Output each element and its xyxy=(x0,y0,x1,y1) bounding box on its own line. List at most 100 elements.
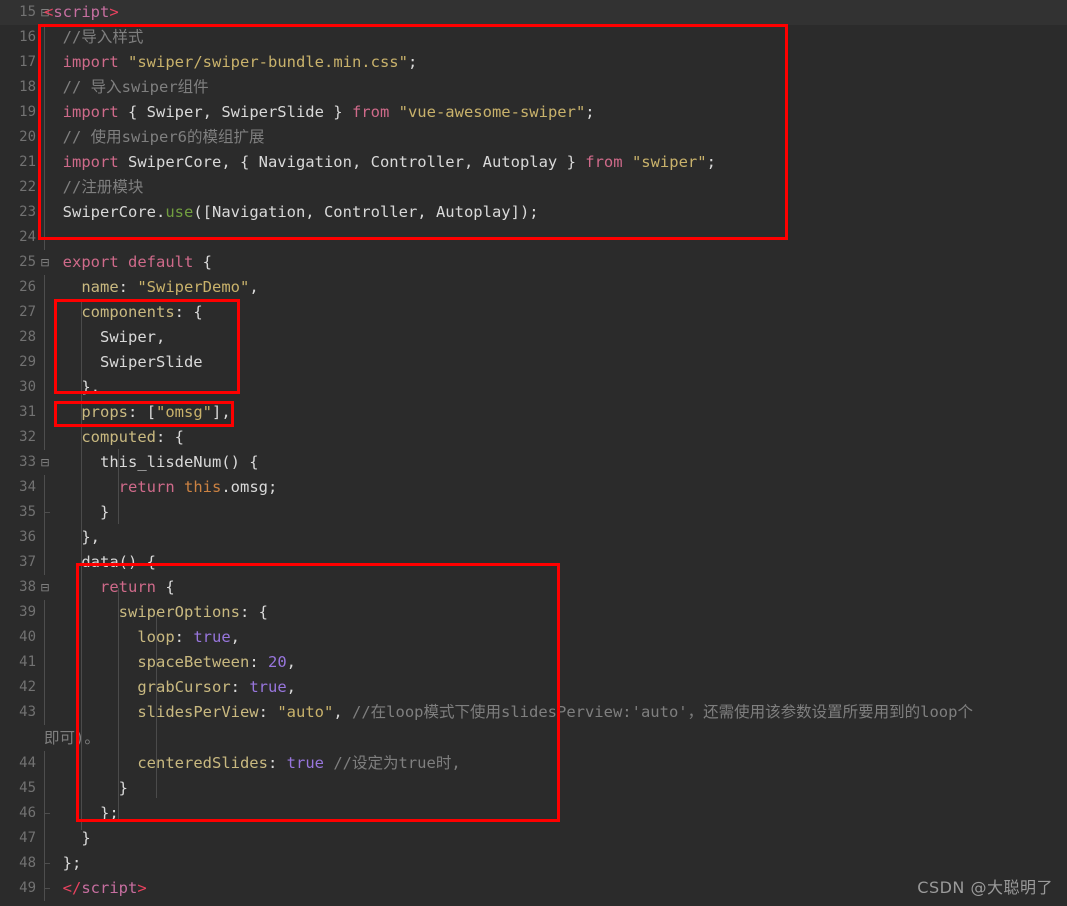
code-text: this_lisdeNum() { xyxy=(44,450,259,475)
code-line[interactable]: 20 // 使用swiper6的模组扩展 xyxy=(0,125,1067,150)
token-tagname: script xyxy=(53,3,110,21)
token-prop: grabCursor xyxy=(137,678,231,696)
code-line[interactable]: 44 centeredSlides: true //设定为true时, xyxy=(0,751,1067,776)
code-text: loop: true, xyxy=(44,625,240,650)
line-number: 47 xyxy=(19,830,36,846)
code-line[interactable]: 41 spaceBetween: 20, xyxy=(0,650,1067,675)
line-number: 28 xyxy=(19,329,36,345)
code-line[interactable]: 45 } xyxy=(0,776,1067,801)
token-plain: : { xyxy=(239,603,268,621)
code-line[interactable]: 25 ⊟ export default { xyxy=(0,250,1067,275)
code-line[interactable]: 22 //注册模块 xyxy=(0,175,1067,200)
code-line[interactable]: 19 import { Swiper, SwiperSlide } from "… xyxy=(0,100,1067,125)
code-line[interactable]: 21 import SwiperCore, { Navigation, Cont… xyxy=(0,150,1067,175)
code-lines-container[interactable]: 15 ⊟ <script> 16 //导入样式 17 import "swiper/sw… xyxy=(0,0,1067,906)
token-plain: : xyxy=(174,628,194,646)
line-number: 34 xyxy=(19,479,36,495)
line-number: 16 xyxy=(19,29,36,45)
token-str: "swiper/swiper-bundle.min.css" xyxy=(128,53,408,71)
code-text: </script> xyxy=(44,876,147,901)
token-plain: } xyxy=(44,779,128,797)
csdn-watermark: CSDN @大聪明了 xyxy=(917,878,1053,897)
code-line[interactable]: 38 ⊟ return { xyxy=(0,575,1067,600)
code-line[interactable]: 47 } xyxy=(0,826,1067,851)
code-line[interactable]: 39 swiperOptions: { xyxy=(0,600,1067,625)
code-line[interactable]: 16 //导入样式 xyxy=(0,25,1067,50)
code-line[interactable]: 49 </script> xyxy=(0,876,1067,901)
code-line[interactable]: 34 return this.omsg; xyxy=(0,475,1067,500)
token-plain: ; xyxy=(585,103,595,121)
token-plain: : xyxy=(230,678,250,696)
token-plain: : xyxy=(267,754,287,772)
code-line[interactable]: 35 } xyxy=(0,500,1067,525)
token-kw2: default xyxy=(128,253,194,271)
code-line[interactable]: 28 Swiper, xyxy=(0,325,1067,350)
token-plain: , xyxy=(249,278,259,296)
code-line[interactable]: 43 slidesPerView: "auto", //在loop模式下使用sl… xyxy=(0,700,1067,725)
code-line[interactable]: 46 }; xyxy=(0,801,1067,826)
code-line[interactable]: 24 xyxy=(0,225,1067,250)
code-line[interactable]: 15 ⊟ <script> xyxy=(0,0,1067,25)
code-line[interactable]: 31 props: ["omsg"], xyxy=(0,400,1067,425)
line-number: 48 xyxy=(19,855,36,871)
code-text: import "swiper/swiper-bundle.min.css"; xyxy=(44,50,418,75)
token-cmt: //注册模块 xyxy=(44,178,144,196)
code-line[interactable]: 26 name: "SwiperDemo", xyxy=(0,275,1067,300)
token-plain: : xyxy=(118,278,138,296)
code-line[interactable]: 27 components: { xyxy=(0,300,1067,325)
token-cmt: // 使用swiper6的模组扩展 xyxy=(44,128,265,146)
line-number: 30 xyxy=(19,379,36,395)
token-tag: > xyxy=(109,3,119,21)
code-text: } xyxy=(44,826,90,851)
code-line-wrapped[interactable]: 即可)。 xyxy=(0,725,1067,751)
code-line[interactable]: 30 }, xyxy=(0,375,1067,400)
line-number: 36 xyxy=(19,529,36,545)
code-line[interactable]: 17 import "swiper/swiper-bundle.min.css"… xyxy=(0,50,1067,75)
code-line[interactable]: 42 grabCursor: true, xyxy=(0,675,1067,700)
code-text: return { xyxy=(44,575,175,600)
line-number: 46 xyxy=(19,805,36,821)
token-plain: : xyxy=(249,653,268,671)
line-number: 27 xyxy=(19,304,36,320)
line-number: 43 xyxy=(19,704,36,720)
code-line[interactable]: 23 SwiperCore.use([Navigation, Controlle… xyxy=(0,200,1067,225)
code-text: //注册模块 xyxy=(44,175,144,200)
code-text: } xyxy=(44,500,109,525)
code-text: components: { xyxy=(44,300,202,325)
token-plain: .omsg; xyxy=(221,478,278,496)
code-line[interactable]: 36 }, xyxy=(0,525,1067,550)
code-line[interactable]: 29 SwiperSlide xyxy=(0,350,1067,375)
token-kw2: import xyxy=(62,103,119,121)
code-line[interactable]: 37 data() { xyxy=(0,550,1067,575)
line-number: 37 xyxy=(19,554,36,570)
code-line[interactable]: 48 }; xyxy=(0,851,1067,876)
line-number: 17 xyxy=(19,54,36,70)
code-line[interactable]: 32 computed: { xyxy=(0,425,1067,450)
line-number: 33 xyxy=(19,454,36,470)
token-prop: name xyxy=(81,278,119,296)
indent-guide xyxy=(118,449,119,524)
indent-guide xyxy=(156,613,157,798)
code-editor[interactable]: 15 ⊟ <script> 16 //导入样式 17 import "swiper/sw… xyxy=(0,0,1067,906)
code-line[interactable]: 33 ⊟ this_lisdeNum() { xyxy=(0,450,1067,475)
code-text: 即可)。 xyxy=(44,725,100,751)
token-plain: ; xyxy=(407,53,418,71)
token-plain: ([Navigation, Controller, Autoplay]); xyxy=(193,203,539,221)
code-line[interactable]: 18 // 导入swiper组件 xyxy=(0,75,1067,100)
code-text: import { Swiper, SwiperSlide } from "vue… xyxy=(44,100,595,125)
line-number: 44 xyxy=(19,755,36,771)
token-plain: } xyxy=(44,503,110,521)
token-plain: SwiperCore, { Navigation, Controller, Au… xyxy=(118,153,586,171)
token-plain: , xyxy=(230,628,240,646)
line-number: 22 xyxy=(19,179,36,195)
code-line[interactable]: 40 loop: true, xyxy=(0,625,1067,650)
token-str: "SwiperDemo" xyxy=(137,278,250,296)
line-number: 45 xyxy=(19,780,36,796)
